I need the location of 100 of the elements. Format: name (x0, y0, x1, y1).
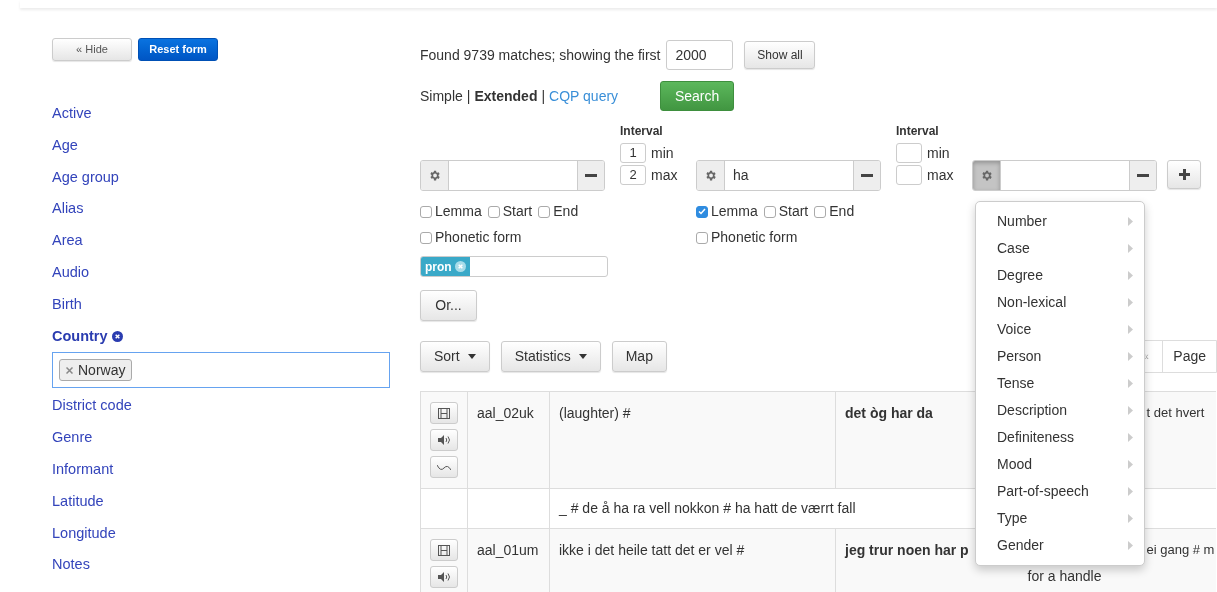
hide-button[interactable]: « Hide (52, 38, 132, 61)
minus-icon (861, 174, 873, 177)
settings-icon (428, 169, 441, 182)
checkbox-label: Start (778, 202, 809, 221)
chevron-right-icon (1128, 271, 1133, 280)
chevron-right-icon (1128, 433, 1133, 442)
media-button[interactable] (430, 456, 458, 478)
interval-text: min (927, 143, 950, 163)
tag-text: Norway (78, 360, 126, 380)
checkbox-label: Lemma (711, 202, 758, 221)
checkbox[interactable] (696, 205, 708, 218)
right-context: for a handle (1027, 566, 1102, 586)
token-field[interactable] (972, 160, 1157, 191)
filter-link[interactable]: Area (52, 230, 83, 252)
checkbox[interactable] (763, 205, 776, 218)
mode-tab[interactable]: CQP query (549, 85, 619, 107)
interval-label: Interval (896, 123, 940, 140)
filter-link[interactable]: District code (52, 395, 132, 418)
number-field[interactable]: 2 (620, 165, 646, 185)
filter-link[interactable]: Age (52, 134, 78, 157)
chevron-right-icon (1128, 325, 1133, 334)
checkbox[interactable] (487, 205, 500, 218)
plus-icon (1178, 169, 1190, 180)
reset-form-button[interactable]: Reset form (138, 38, 218, 61)
filter-link[interactable]: Informant (52, 459, 114, 481)
left-context: ikke i det heile tatt det er vel # (559, 542, 745, 558)
number-field[interactable] (896, 165, 922, 185)
checkbox[interactable] (696, 231, 708, 244)
menu-item[interactable]: Voice (976, 316, 1144, 343)
speaker-id: aal_01um (477, 542, 539, 558)
settings-icon (704, 169, 717, 182)
speaker-icon (438, 435, 450, 445)
token-field[interactable] (420, 160, 605, 191)
menu-item[interactable]: Case (976, 235, 1144, 262)
menu-item[interactable]: Mood (976, 451, 1144, 478)
menu-item[interactable]: Degree (976, 262, 1144, 289)
token-value: ha (733, 166, 749, 185)
toolbar-button[interactable]: Statistics (500, 340, 601, 372)
toolbar-button[interactable]: Sort (420, 340, 490, 372)
interval-text: max (927, 165, 954, 185)
checkbox[interactable] (538, 205, 551, 218)
or-button[interactable]: Or... (420, 290, 477, 321)
filter-link[interactable]: Birth (52, 293, 82, 316)
media-button[interactable] (430, 402, 458, 424)
results-summary: Found 9739 matches; showing the first (420, 45, 661, 65)
separator-text: | (466, 86, 471, 106)
menu-item[interactable]: Type (976, 505, 1144, 532)
interval-text: min (651, 143, 674, 163)
chevron-right-icon (1128, 244, 1133, 253)
filter-link[interactable]: Country (52, 325, 108, 348)
filter-link[interactable]: Notes (52, 554, 90, 577)
chevron-right-icon (1128, 487, 1133, 496)
wave-icon (437, 463, 451, 471)
toolbar-button[interactable]: Map (611, 340, 667, 372)
media-button[interactable] (430, 539, 458, 561)
separator-text: | (541, 86, 546, 106)
add-token-button[interactable] (1167, 160, 1201, 189)
speaker-icon (438, 572, 450, 582)
remove-icon[interactable] (66, 366, 73, 374)
count-field[interactable]: 2000 (666, 40, 734, 70)
menu-item[interactable]: Number (976, 208, 1144, 235)
remove-button[interactable] (853, 161, 880, 190)
clear-icon[interactable] (111, 330, 123, 342)
caret-icon (578, 353, 587, 359)
menu-item[interactable]: Definiteness (976, 424, 1144, 451)
settings-button[interactable] (421, 161, 449, 190)
menu-item[interactable]: Tense (976, 370, 1144, 397)
menu-item[interactable]: Description (976, 397, 1144, 424)
match-text: jeg trur noen har p (845, 542, 969, 558)
filter-link[interactable]: Audio (52, 262, 90, 284)
filter-link[interactable]: Active (52, 103, 92, 125)
checkbox[interactable] (420, 205, 432, 218)
menu-item[interactable]: Gender (976, 532, 1144, 559)
filter-link[interactable]: Longitude (52, 522, 116, 545)
checkbox[interactable] (814, 205, 827, 218)
filter-field[interactable]: Norway (52, 352, 390, 389)
match-text: det òg har da (845, 405, 933, 421)
chevron-right-icon (1128, 406, 1133, 415)
mode-tab[interactable]: Simple (420, 85, 463, 107)
menu-item[interactable]: Part-of-speech (976, 478, 1144, 505)
remove-button[interactable] (1129, 161, 1156, 190)
right-context: ei gang # m (1146, 541, 1215, 559)
checkbox-label: End (829, 202, 855, 221)
checkbox[interactable] (420, 231, 432, 244)
menu-item[interactable]: Non-lexical (976, 289, 1144, 316)
settings-button[interactable] (697, 161, 725, 190)
filter-link[interactable]: Genre (52, 427, 93, 449)
show-all-button[interactable]: Show all (744, 41, 816, 69)
number-field[interactable] (896, 143, 922, 163)
mode-tab[interactable]: Extended (474, 85, 538, 107)
number-field[interactable]: 1 (620, 143, 646, 163)
remove-button[interactable] (577, 161, 604, 190)
media-button[interactable] (430, 429, 458, 451)
filter-link[interactable]: Age group (52, 166, 119, 189)
filter-link[interactable]: Alias (52, 198, 84, 221)
settings-button[interactable] (973, 161, 1001, 190)
media-button[interactable] (430, 566, 458, 588)
filter-link[interactable]: Latitude (52, 490, 104, 513)
tag-chip: pron (421, 257, 470, 276)
token-field[interactable]: ha (696, 160, 881, 191)
